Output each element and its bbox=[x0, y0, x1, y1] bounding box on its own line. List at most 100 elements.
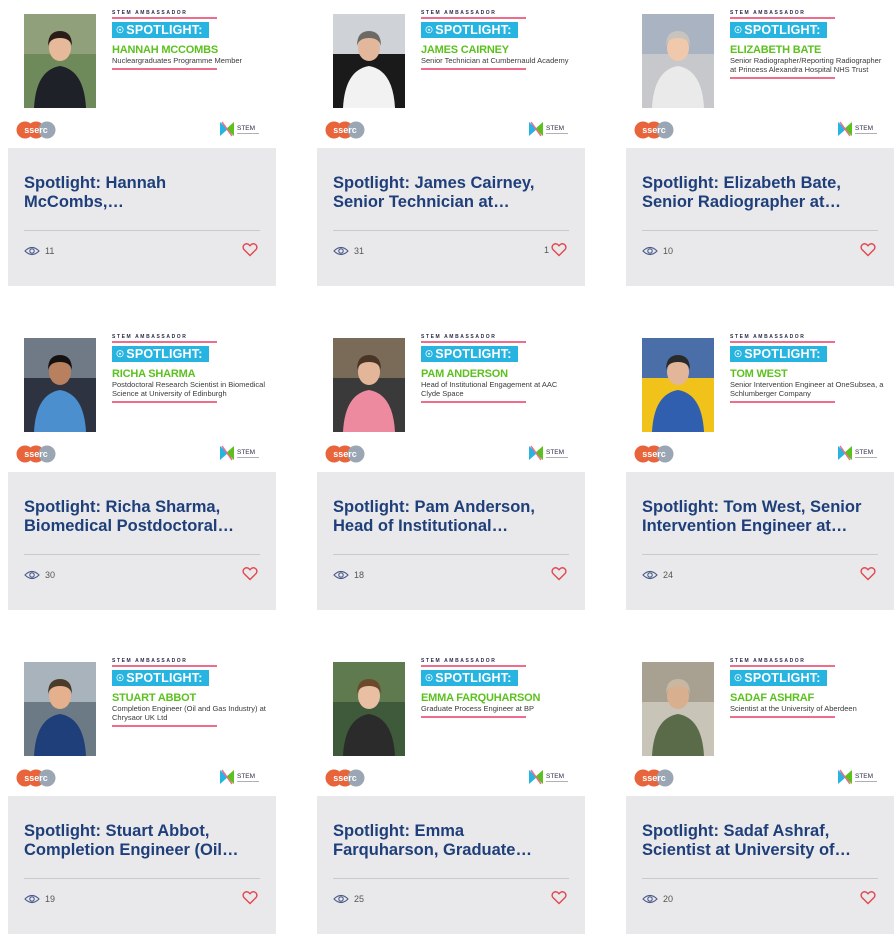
heart-icon[interactable] bbox=[242, 890, 258, 905]
post-cover-image[interactable]: STEM AMBASSADOR ☉ SPOTLIGHT: SADAF ASHRAF… bbox=[626, 648, 894, 796]
ambassador-photo bbox=[333, 14, 405, 108]
spotlight-label: ☉ SPOTLIGHT: bbox=[730, 22, 827, 38]
heart-icon[interactable] bbox=[551, 566, 567, 581]
ambassador-name: PAM ANDERSON bbox=[421, 368, 508, 380]
heart-icon[interactable] bbox=[551, 890, 567, 905]
like-button[interactable] bbox=[240, 566, 258, 581]
like-count-value: 1 bbox=[543, 244, 549, 255]
post-title[interactable]: Spotlight: Elizabeth Bate, Senior Radiog… bbox=[642, 174, 878, 212]
post-title[interactable]: Spotlight: Stuart Abbot, Completion Engi… bbox=[24, 822, 260, 860]
post-title[interactable]: Spotlight: Richa Sharma, Biomedical Post… bbox=[24, 498, 260, 536]
post-title[interactable]: Spotlight: James Cairney, Senior Technic… bbox=[333, 174, 569, 212]
heart-icon[interactable] bbox=[860, 890, 876, 905]
spotlight-banner: STEM AMBASSADOR ☉ SPOTLIGHT: EMMA FARQUHA… bbox=[421, 658, 581, 718]
lightbulb-icon: ☉ bbox=[116, 25, 125, 35]
view-count: 10 bbox=[642, 246, 673, 256]
svg-text:STEM: STEM bbox=[237, 773, 255, 780]
like-button[interactable] bbox=[240, 242, 258, 257]
post-title[interactable]: Spotlight: Pam Anderson, Head of Institu… bbox=[333, 498, 569, 536]
ambassador-role: Senior Intervention Engineer at OneSubse… bbox=[730, 380, 884, 398]
view-count: 20 bbox=[642, 894, 673, 904]
post-cover-image[interactable]: STEM AMBASSADOR ☉ SPOTLIGHT: HANNAH MCCOM… bbox=[8, 0, 276, 148]
post-cover-image[interactable]: STEM AMBASSADOR ☉ SPOTLIGHT: STUART ABBOT… bbox=[8, 648, 276, 796]
svg-text:STEM: STEM bbox=[237, 125, 255, 132]
spotlight-label: ☉ SPOTLIGHT: bbox=[421, 670, 518, 686]
post-title[interactable]: Spotlight: Hannah McCombs,… bbox=[24, 174, 260, 212]
view-count-value: 25 bbox=[354, 894, 365, 904]
post-title[interactable]: Spotlight: Emma Farquharson, Graduate… bbox=[333, 822, 569, 860]
divider-line bbox=[730, 401, 835, 403]
svg-text:STEM: STEM bbox=[855, 773, 873, 780]
divider bbox=[24, 230, 260, 231]
ambassador-name: JAMES CAIRNEY bbox=[421, 44, 509, 56]
svg-text:STEM: STEM bbox=[237, 449, 255, 456]
eye-icon bbox=[642, 246, 658, 256]
spotlight-label: ☉ SPOTLIGHT: bbox=[421, 22, 518, 38]
view-count-value: 31 bbox=[354, 246, 365, 256]
like-button[interactable] bbox=[858, 566, 876, 581]
like-button[interactable] bbox=[858, 242, 876, 257]
spotlight-text: SPOTLIGHT: bbox=[126, 347, 203, 361]
svg-text:sserc: sserc bbox=[642, 773, 666, 783]
lightbulb-icon: ☉ bbox=[425, 25, 434, 35]
post-cover-image[interactable]: STEM AMBASSADOR ☉ SPOTLIGHT: ELIZABETH BA… bbox=[626, 0, 894, 148]
svg-text:sserc: sserc bbox=[642, 449, 666, 459]
like-button[interactable] bbox=[240, 890, 258, 905]
heart-icon[interactable] bbox=[860, 242, 876, 257]
heart-icon[interactable] bbox=[860, 566, 876, 581]
divider-line bbox=[730, 716, 835, 718]
ambassador-photo bbox=[24, 662, 96, 756]
view-count-value: 10 bbox=[663, 246, 674, 256]
ambassador-photo bbox=[333, 338, 405, 432]
svg-text:sserc: sserc bbox=[24, 449, 48, 459]
post-cover-image[interactable]: STEM AMBASSADOR ☉ SPOTLIGHT: JAMES CAIRNE… bbox=[317, 0, 585, 148]
ambassador-role: Scientist at the University of Aberdeen bbox=[730, 704, 857, 713]
svg-text:sserc: sserc bbox=[642, 125, 666, 135]
post-cover-image[interactable]: STEM AMBASSADOR ☉ SPOTLIGHT: PAM ANDERSON… bbox=[317, 324, 585, 472]
post-title[interactable]: Spotlight: Sadaf Ashraf, Scientist at Un… bbox=[642, 822, 878, 860]
heart-icon[interactable] bbox=[551, 242, 567, 257]
sserc-logo: sserc bbox=[16, 769, 56, 787]
view-count-value: 19 bbox=[45, 894, 56, 904]
svg-text:sserc: sserc bbox=[333, 449, 357, 459]
ambassador-photo bbox=[642, 662, 714, 756]
divider-line bbox=[421, 401, 526, 403]
like-button[interactable] bbox=[549, 566, 567, 581]
ambassador-role: Nucleargraduates Programme Member bbox=[112, 56, 243, 65]
view-count: 25 bbox=[333, 894, 364, 904]
svg-text:sserc: sserc bbox=[24, 125, 48, 135]
stem-logo: STEM bbox=[529, 769, 568, 785]
like-button[interactable]: 1 bbox=[544, 242, 567, 257]
spotlight-text: SPOTLIGHT: bbox=[744, 671, 821, 685]
like-button[interactable] bbox=[549, 890, 567, 905]
ambassador-photo bbox=[642, 338, 714, 432]
post-cover-image[interactable]: STEM AMBASSADOR ☉ SPOTLIGHT: EMMA FARQUHA… bbox=[317, 648, 585, 796]
post-cover-image[interactable]: STEM AMBASSADOR ☉ SPOTLIGHT: TOM WEST Sen… bbox=[626, 324, 894, 472]
eye-icon bbox=[642, 894, 658, 904]
heart-icon[interactable] bbox=[242, 566, 258, 581]
view-count-value: 20 bbox=[663, 894, 674, 904]
svg-text:STEM: STEM bbox=[546, 449, 564, 456]
heart-icon[interactable] bbox=[242, 242, 258, 257]
sserc-logo: sserc bbox=[634, 121, 674, 139]
ambassador-label: STEM AMBASSADOR bbox=[112, 10, 217, 19]
like-button[interactable] bbox=[858, 890, 876, 905]
post-content: Spotlight: Emma Farquharson, Graduate… 2… bbox=[317, 796, 585, 934]
divider-line bbox=[421, 68, 526, 70]
stem-logo: STEM bbox=[220, 121, 259, 137]
lightbulb-icon: ☉ bbox=[734, 349, 743, 359]
ambassador-photo bbox=[642, 14, 714, 108]
spotlight-banner: STEM AMBASSADOR ☉ SPOTLIGHT: PAM ANDERSON… bbox=[421, 334, 581, 403]
lightbulb-icon: ☉ bbox=[116, 673, 125, 683]
lightbulb-icon: ☉ bbox=[116, 349, 125, 359]
post-cover-image[interactable]: STEM AMBASSADOR ☉ SPOTLIGHT: RICHA SHARMA… bbox=[8, 324, 276, 472]
post-title[interactable]: Spotlight: Tom West, Senior Intervention… bbox=[642, 498, 878, 536]
svg-text:STEM: STEM bbox=[855, 125, 873, 132]
ambassador-name: TOM WEST bbox=[730, 368, 788, 380]
ambassador-role: Postdoctoral Research Scientist in Biome… bbox=[112, 380, 265, 398]
spotlight-text: SPOTLIGHT: bbox=[126, 671, 203, 685]
spotlight-text: SPOTLIGHT: bbox=[435, 347, 512, 361]
svg-text:STEM: STEM bbox=[855, 449, 873, 456]
view-count-value: 11 bbox=[45, 246, 55, 256]
spotlight-banner: STEM AMBASSADOR ☉ SPOTLIGHT: ELIZABETH BA… bbox=[730, 10, 890, 79]
